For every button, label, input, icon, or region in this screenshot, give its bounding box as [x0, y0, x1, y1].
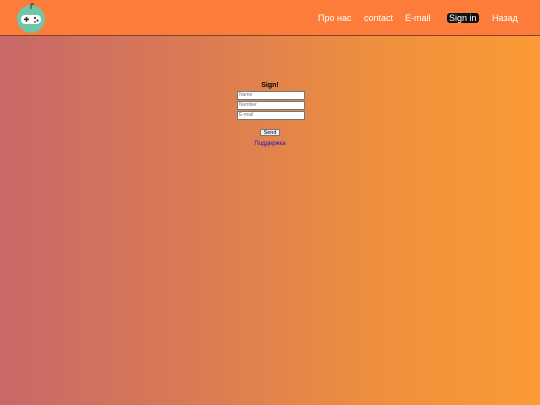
sign-form: Sign! Send Поддержка [237, 82, 305, 147]
top-header: Про нас contact E-mail Sign in Назад [0, 0, 540, 36]
gamepad-logo-icon[interactable] [15, 3, 47, 33]
nav-link-back[interactable]: Назад [492, 13, 518, 23]
support-link[interactable]: Поддержка [237, 141, 303, 147]
form-title: Sign! [261, 82, 279, 89]
nav-link-contact[interactable]: contact [364, 13, 393, 23]
nav-link-about[interactable]: Про нас [318, 13, 351, 23]
nav-link-email[interactable]: E-mail [405, 13, 431, 23]
nav-link-sign-in[interactable]: Sign in [447, 13, 479, 23]
email-input[interactable] [237, 111, 305, 120]
send-button[interactable]: Send [259, 129, 281, 136]
name-input[interactable] [237, 91, 305, 100]
number-input[interactable] [237, 101, 305, 110]
